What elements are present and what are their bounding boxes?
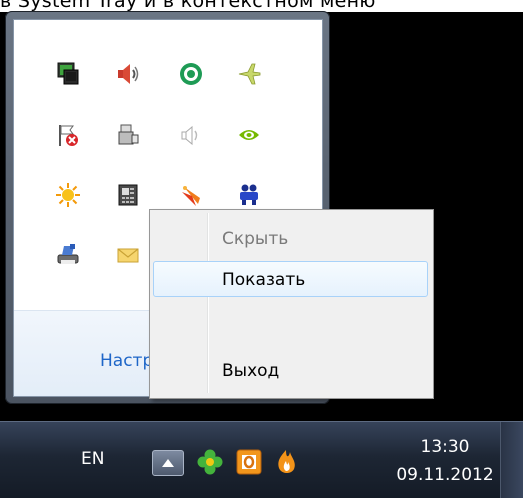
clock-time: 13:30	[420, 437, 470, 457]
green-ring-icon[interactable]	[174, 57, 208, 91]
menu-item-exit[interactable]: Выход	[153, 353, 428, 389]
chevron-up-icon	[162, 459, 174, 467]
sun-icon[interactable]	[51, 178, 85, 212]
usb-device-icon[interactable]	[111, 118, 145, 152]
nvidia-icon[interactable]	[232, 118, 266, 152]
flame-icon[interactable]	[174, 178, 208, 212]
speaker-red-icon[interactable]	[111, 57, 145, 91]
taskbar: EN 13:30 09.11.2012	[0, 421, 523, 498]
clock-date: 09.11.2012	[396, 465, 494, 485]
envelope-icon[interactable]	[111, 238, 145, 272]
phone-device-icon[interactable]	[111, 178, 145, 212]
orange-app-icon[interactable]	[234, 447, 264, 477]
airplane-icon[interactable]	[232, 57, 266, 91]
menu-item-show[interactable]: Показать	[153, 261, 428, 297]
menu-item-label: Показать	[222, 270, 306, 290]
show-hidden-icons-button[interactable]	[152, 450, 184, 476]
people-icon[interactable]	[232, 178, 266, 212]
network-icon[interactable]	[51, 57, 85, 91]
fire-app-icon[interactable]	[271, 447, 301, 477]
clock[interactable]: 13:30 09.11.2012	[395, 433, 495, 489]
printer-icon[interactable]	[51, 238, 85, 272]
clover-icon[interactable]	[195, 447, 225, 477]
menu-item-empty[interactable]	[153, 308, 428, 344]
volume-muted-icon[interactable]	[174, 118, 208, 152]
menu-item-hide: Скрыть	[153, 221, 428, 257]
menu-item-label: Выход	[222, 361, 280, 381]
context-menu: Скрыть Показать Выход	[149, 209, 434, 399]
show-desktop-button[interactable]	[500, 422, 523, 498]
action-center-error-icon[interactable]	[51, 118, 85, 152]
language-indicator[interactable]: EN	[81, 449, 104, 469]
menu-item-label: Скрыть	[222, 229, 289, 249]
